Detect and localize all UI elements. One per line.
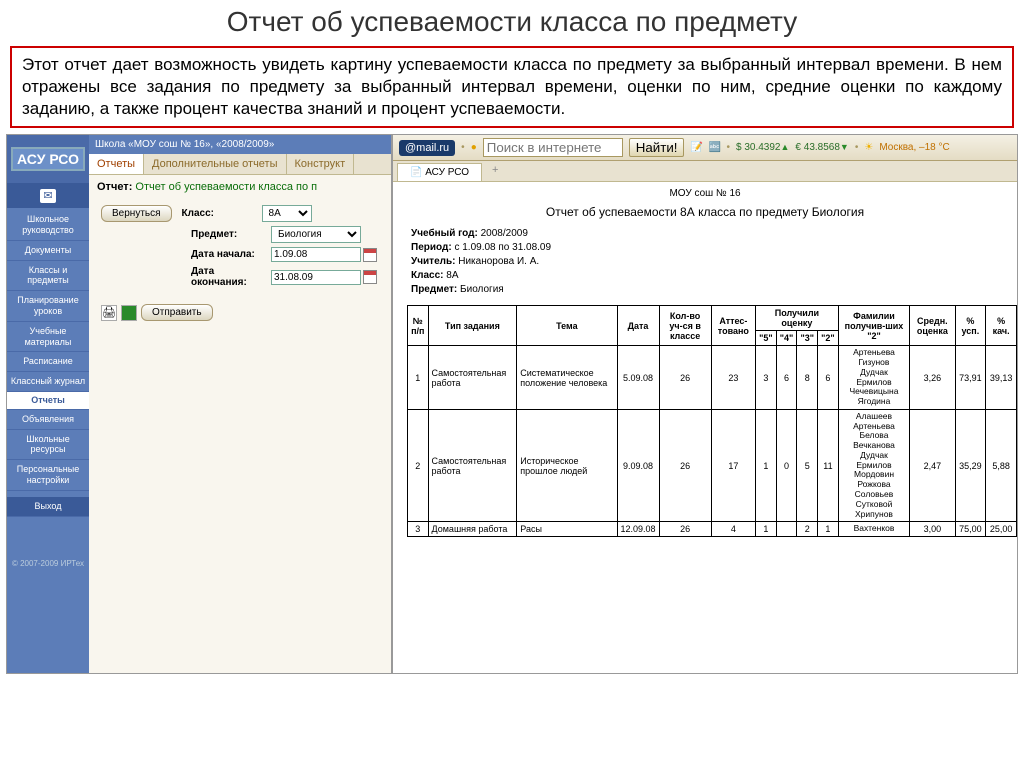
sidebar-item[interactable]: Отчеты [7, 392, 89, 410]
class-label: Класс: [182, 208, 262, 219]
app-container: АСУ РСО ✉ Школьное руководствоДокументыК… [6, 134, 1018, 674]
end-date-input[interactable] [271, 270, 361, 285]
col-count: Кол-во уч-ся в классе [659, 306, 711, 346]
sidebar-item[interactable]: Учебные материалы [7, 322, 89, 353]
subject-select[interactable]: Биология [271, 226, 361, 243]
form-area: Школа «МОУ сош № 16», «2008/2009» Отчеты… [89, 135, 391, 673]
description-box: Этот отчет дает возможность увидеть карт… [10, 46, 1014, 128]
start-date-label: Дата начала: [191, 249, 271, 260]
calendar-icon[interactable] [363, 248, 377, 262]
col-g5: "5" [756, 331, 777, 346]
col-avg: Средн. оценка [910, 306, 955, 346]
search-input[interactable] [483, 138, 623, 157]
report-name: Отчет об успеваемости класса по п [135, 181, 317, 193]
tab[interactable]: Отчеты [89, 154, 144, 174]
sidebar-item[interactable]: Выход [7, 497, 89, 517]
sidebar-item[interactable]: Документы [7, 241, 89, 261]
sidebar: АСУ РСО ✉ Школьное руководствоДокументыК… [7, 135, 89, 673]
browser-toolbar: @mail.ru • ● Найти! 📝 🔤 • $ 30.4392▲ € 4… [393, 135, 1017, 161]
toolbar: 🖨 Отправить [89, 298, 391, 327]
mail-icon[interactable]: ✉ [7, 183, 89, 208]
table-row: 1Самостоятельная работаСистематическое п… [408, 346, 1017, 410]
form-grid: Вернуться Класс: 8А Предмет: Биология Да… [89, 199, 391, 298]
report-label: Отчет: [97, 181, 132, 193]
class-select[interactable]: 8А [262, 205, 312, 222]
print-icon[interactable]: 🖨 [101, 305, 117, 321]
tab[interactable]: Дополнительные отчеты [144, 154, 286, 174]
start-date-input[interactable] [271, 247, 361, 262]
sidebar-item[interactable]: Школьные ресурсы [7, 430, 89, 461]
eur-rate: € 43.8568▼ [795, 142, 848, 153]
translate-icon[interactable]: 🔤 [708, 142, 720, 154]
col-qual: % кач. [986, 306, 1017, 346]
browser-tabs: 📄 АСУ РСО + [393, 161, 1017, 182]
col-grades: Получили оценку [756, 306, 839, 331]
edit-icon[interactable]: 📝 [690, 142, 702, 154]
sidebar-item[interactable]: Персональные настройки [7, 460, 89, 491]
doc-title: Отчет об успеваемости 8А класса по предм… [393, 201, 1017, 227]
end-date-label: Дата окончания: [191, 266, 271, 288]
col-num: № п/п [408, 306, 429, 346]
sidebar-item[interactable]: Классный журнал [7, 372, 89, 392]
col-succ: % усп. [955, 306, 986, 346]
send-button[interactable]: Отправить [141, 304, 213, 321]
col-type: Тип задания [428, 306, 517, 346]
subject-label: Предмет: [191, 229, 271, 240]
col-g4: "4" [776, 331, 797, 346]
col-names: Фамилии получив-ших "2" [838, 306, 909, 346]
weather: Москва, –18 °C [879, 142, 949, 153]
sidebar-item[interactable]: Планирование уроков [7, 291, 89, 322]
col-topic: Тема [517, 306, 617, 346]
doc-school: МОУ сош № 16 [393, 182, 1017, 201]
sidebar-item[interactable]: Объявления [7, 410, 89, 430]
col-date: Дата [617, 306, 659, 346]
tab[interactable]: Конструкт [287, 154, 355, 174]
usd-rate: $ 30.4392▲ [736, 142, 789, 153]
excel-icon[interactable] [121, 305, 137, 321]
copyright: © 2007-2009 ИРТех [7, 557, 89, 570]
slide-title: Отчет об успеваемости класса по предмету [0, 0, 1024, 42]
logo-text: АСУ РСО [11, 147, 85, 171]
calendar-icon[interactable] [363, 270, 377, 284]
sidebar-item[interactable]: Классы и предметы [7, 261, 89, 292]
table-row: 2Самостоятельная работаИсторическое прош… [408, 409, 1017, 521]
table-row: 3Домашняя работаРасы12.09.08264121Вахтен… [408, 522, 1017, 537]
left-panel: АСУ РСО ✉ Школьное руководствоДокументыК… [6, 134, 392, 674]
tabs: ОтчетыДополнительные отчетыКонструкт [89, 154, 391, 175]
logo: АСУ РСО [7, 135, 89, 183]
doc-meta: Учебный год: 2008/2009 Период: с 1.09.08… [393, 227, 1017, 305]
back-button[interactable]: Вернуться [101, 205, 172, 222]
col-att: Аттес-товано [711, 306, 755, 346]
browser-tab[interactable]: 📄 АСУ РСО [397, 163, 482, 181]
school-bar: Школа «МОУ сош № 16», «2008/2009» [89, 135, 391, 154]
report-label-row: Отчет: Отчет об успеваемости класса по п [89, 175, 391, 199]
sidebar-item[interactable]: Школьное руководство [7, 210, 89, 241]
col-g2: "2" [818, 331, 839, 346]
find-button[interactable]: Найти! [629, 138, 685, 157]
mailru-logo: @mail.ru [399, 140, 455, 156]
report-table: № п/п Тип задания Тема Дата Кол-во уч-ся… [407, 305, 1017, 537]
col-g3: "3" [797, 331, 818, 346]
right-panel: @mail.ru • ● Найти! 📝 🔤 • $ 30.4392▲ € 4… [392, 134, 1018, 674]
new-tab-button[interactable]: + [482, 161, 508, 181]
sidebar-item[interactable]: Расписание [7, 352, 89, 372]
